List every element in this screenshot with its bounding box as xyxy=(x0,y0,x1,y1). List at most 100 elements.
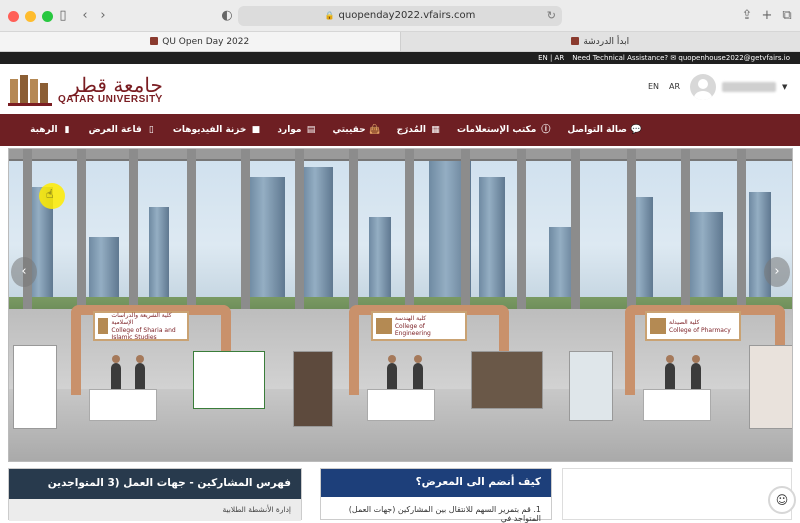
language-selector: EN AR xyxy=(648,82,680,91)
reload-icon[interactable]: ↻ xyxy=(547,6,556,26)
language-switch[interactable]: EN | AR xyxy=(538,52,564,64)
chat-icon: 💬 xyxy=(631,125,642,136)
maximize-window-button[interactable] xyxy=(42,11,53,22)
skyline-building xyxy=(303,167,333,307)
booth-sign-arabic: كلية الهندسة xyxy=(395,315,462,322)
phone-icon: ▮ xyxy=(62,125,73,136)
window-mullion xyxy=(517,149,526,309)
booth-sign-english: College of Sharia and Islamic Studies xyxy=(111,327,184,341)
forward-icon[interactable]: › xyxy=(94,7,112,25)
tab-overview-icon[interactable]: ⧉ xyxy=(778,7,796,25)
skyline-building xyxy=(149,207,169,307)
college-emblem-icon xyxy=(98,318,108,334)
technical-assistance-link[interactable]: Need Technical Assistance? ✉ quopenhouse… xyxy=(572,52,790,64)
top-info-strip: EN | AR Need Technical Assistance? ✉ quo… xyxy=(0,52,800,64)
how-to-join-title: كيف أنضم الى المعرض؟ xyxy=(321,469,551,497)
nav-label: الرهبة xyxy=(30,125,57,135)
grid-icon: ▦ xyxy=(430,125,441,136)
booth-sign-sharia[interactable]: كلية الشريعة والدراسات الإسلامية College… xyxy=(93,311,189,341)
chatbot-launcher-icon[interactable]: ☺ xyxy=(768,486,796,514)
avatar[interactable] xyxy=(690,74,716,100)
skyline-window xyxy=(9,149,793,309)
window-mullion xyxy=(405,149,414,309)
how-to-join-step: 1. قم بتمرير السهم للانتقال بين المشاركي… xyxy=(321,497,551,523)
info-icon: ⓘ xyxy=(540,125,551,136)
scroll-left-arrow-icon[interactable]: ‹ xyxy=(11,257,37,287)
user-menu[interactable]: ▼ xyxy=(690,74,787,100)
window-mullion xyxy=(571,149,580,309)
booth-sign-engineering[interactable]: كلية الهندسة College of Engineering xyxy=(371,311,467,341)
video-icon: ■ xyxy=(250,125,261,136)
lang-ar-link[interactable]: AR xyxy=(669,82,680,91)
tab-label: QU Open Day 2022 xyxy=(162,37,249,47)
qatar-university-logo[interactable]: جامعة قطر QATAR UNIVERSITY xyxy=(8,73,163,107)
skyline-building xyxy=(749,192,771,307)
booth-poster[interactable] xyxy=(193,351,265,409)
booth-desk[interactable] xyxy=(89,389,157,421)
nav-video-vault[interactable]: ■خزنة الفيديوهات xyxy=(165,125,270,136)
browser-toolbar: ▯ ‹ › ◐ 🔒quopenday2022.vfairs.com ↻ ⇪ + … xyxy=(0,0,800,32)
bag-icon: 👜 xyxy=(370,125,381,136)
share-icon[interactable]: ⇪ xyxy=(738,7,756,25)
document-icon: ▤ xyxy=(306,125,317,136)
booth-photo[interactable] xyxy=(293,351,333,427)
nav-resources[interactable]: ▤ موارد xyxy=(269,125,324,136)
logo-english-text: QATAR UNIVERSITY xyxy=(58,95,163,105)
booth-sign-arabic: كلية الشريعة والدراسات الإسلامية xyxy=(111,312,184,326)
booth-desk[interactable] xyxy=(643,389,711,421)
window-mullion xyxy=(295,149,304,309)
booth-banner[interactable] xyxy=(13,345,57,429)
nav-networking-lounge[interactable]: 💬 صالة التواصل xyxy=(559,125,650,136)
nav-label: حقيبتي xyxy=(333,125,366,135)
scroll-right-arrow-icon[interactable]: › xyxy=(764,257,790,287)
tab-qu-open-day[interactable]: QU Open Day 2022 xyxy=(0,32,401,51)
lang-en-link[interactable]: EN xyxy=(648,82,659,91)
booth-desk[interactable] xyxy=(367,389,435,421)
close-window-button[interactable] xyxy=(8,11,19,22)
address-bar[interactable]: 🔒quopenday2022.vfairs.com ↻ xyxy=(238,6,562,26)
minimize-window-button[interactable] xyxy=(25,11,36,22)
booth-sign-pharmacy[interactable]: كلية الصيدلة College of Pharmacy xyxy=(645,311,741,341)
booth-screen[interactable] xyxy=(569,351,613,421)
new-tab-icon[interactable]: + xyxy=(758,7,776,25)
college-emblem-icon xyxy=(650,318,666,334)
exhibitor-list-item[interactable]: إدارة الأنشطة الطلابية xyxy=(9,499,301,521)
site-header: جامعة قطر QATAR UNIVERSITY EN AR xyxy=(0,64,800,114)
booth-sign-english: College of Engineering xyxy=(395,323,462,337)
nav-label: موارد xyxy=(277,125,301,135)
nav-auditorium[interactable]: ▦المُدرَج xyxy=(389,125,449,136)
tab-label: ابدأ الدردشة xyxy=(583,37,629,47)
window-mullion xyxy=(241,149,250,309)
booth-sign-arabic: كلية الصيدلة xyxy=(669,319,731,326)
college-emblem-icon xyxy=(376,318,392,334)
nav-label: صالة التواصل xyxy=(567,125,627,135)
window-mullion xyxy=(461,149,470,309)
nav-info-desk[interactable]: ⓘمكتب الإستعلامات xyxy=(449,125,559,136)
nav-lobby[interactable]: ▮ الرهبة xyxy=(22,125,80,136)
tab-start-chat[interactable]: ابدأ الدردشة xyxy=(401,32,800,51)
skyline-building xyxy=(369,217,391,307)
main-navigation: 💬 صالة التواصل ⓘمكتب الإستعلامات ▦المُدرَ… xyxy=(0,114,800,146)
window-mullion xyxy=(349,149,358,309)
booth-photo[interactable] xyxy=(749,345,793,429)
logo-emblem-icon xyxy=(8,73,52,107)
booth-sign-english: College of Pharmacy xyxy=(669,327,731,334)
virtual-exhibit-hall[interactable]: كلية الشريعة والدراسات الإسلامية College… xyxy=(8,148,793,462)
nav-label: قاعة العرض xyxy=(89,125,142,135)
sidebar-toggle-icon[interactable]: ▯ xyxy=(54,7,72,25)
blank-card xyxy=(562,468,792,520)
window-mullion xyxy=(187,149,196,309)
nav-exhibit-hall[interactable]: ▯قاعة العرض xyxy=(81,125,165,136)
skyline-building xyxy=(479,177,505,307)
privacy-shield-icon[interactable]: ◐ xyxy=(218,7,236,25)
skyline-building xyxy=(689,212,723,307)
mouse-cursor-highlight xyxy=(39,183,65,209)
logo-arabic-text: جامعة قطر xyxy=(58,75,163,95)
how-to-join-card: كيف أنضم الى المعرض؟ 1. قم بتمرير السهم … xyxy=(320,468,552,520)
chevron-down-icon[interactable]: ▼ xyxy=(782,83,787,91)
nav-my-bag[interactable]: 👜 حقيبتي xyxy=(325,125,389,136)
back-icon[interactable]: ‹ xyxy=(76,7,94,25)
exhibitor-index-title: فهرس المشاركين - جهات العمل (3 المتواجدي… xyxy=(9,469,301,499)
booth-photo[interactable] xyxy=(471,351,543,409)
url-text: quopenday2022.vfairs.com xyxy=(339,10,476,21)
